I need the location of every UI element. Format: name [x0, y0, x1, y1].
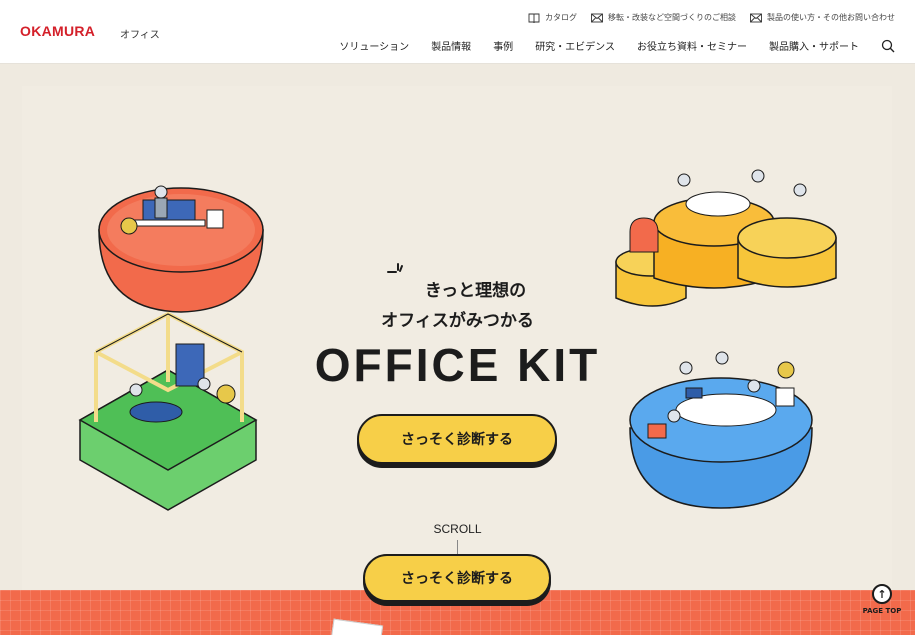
main-nav: ソリューション 製品情報 事例 研究・エビデンス お役立ち資料・セミナー 製品購…	[339, 38, 895, 53]
search-icon[interactable]	[881, 39, 895, 53]
page-top-label: PAGE TOP	[862, 607, 902, 615]
mail-icon	[750, 13, 762, 22]
nav-item-cases[interactable]: 事例	[493, 38, 513, 53]
office-kit-title: OFFICE KIT	[314, 339, 601, 391]
scroll-indicator-label: SCROLL	[433, 522, 482, 536]
inquiry-link-label: 製品の使い方・その他お問い合わせ	[767, 13, 895, 22]
consultation-link[interactable]: 移転・改装など空間づくりのご相談	[591, 12, 736, 23]
catalog-link-label: カタログ	[545, 13, 577, 22]
book-icon	[528, 13, 540, 23]
nav-item-products[interactable]: 製品情報	[431, 38, 471, 53]
catalog-link[interactable]: カタログ	[528, 12, 577, 23]
sticky-start-diagnosis-button[interactable]: さっそく診断する	[363, 554, 551, 602]
nav-item-resources[interactable]: お役立ち資料・セミナー	[637, 38, 747, 53]
inquiry-link[interactable]: 製品の使い方・その他お問い合わせ	[750, 12, 895, 23]
consultation-link-label: 移転・改装など空間づくりのご相談	[608, 13, 736, 22]
tagline-line-1: きっと理想の	[424, 281, 527, 301]
mail-icon	[591, 13, 603, 22]
utility-links: カタログ 移転・改装など空間づくりのご相談 製品の使い方・その他お問い合わせ	[528, 12, 895, 23]
okamura-logo[interactable]: OKAMURA	[20, 23, 95, 39]
arrow-up-icon: ↑	[872, 584, 892, 604]
nav-item-solutions[interactable]: ソリューション	[339, 38, 409, 53]
scroll-indicator-line	[457, 540, 458, 554]
logo-subtitle: オフィス	[120, 30, 160, 41]
nav-item-purchase-support[interactable]: 製品購入・サポート	[769, 38, 859, 53]
site-header: OKAMURA オフィス カタログ 移転・改装など空間づくりのご相談 製品の使い…	[0, 0, 915, 64]
page-top-button[interactable]: ↑ PAGE TOP	[862, 584, 902, 620]
tagline-line-2: オフィスがみつかる	[381, 311, 534, 331]
start-diagnosis-button[interactable]: さっそく診断する	[357, 414, 557, 464]
nav-item-research[interactable]: 研究・エビデンス	[535, 38, 615, 53]
